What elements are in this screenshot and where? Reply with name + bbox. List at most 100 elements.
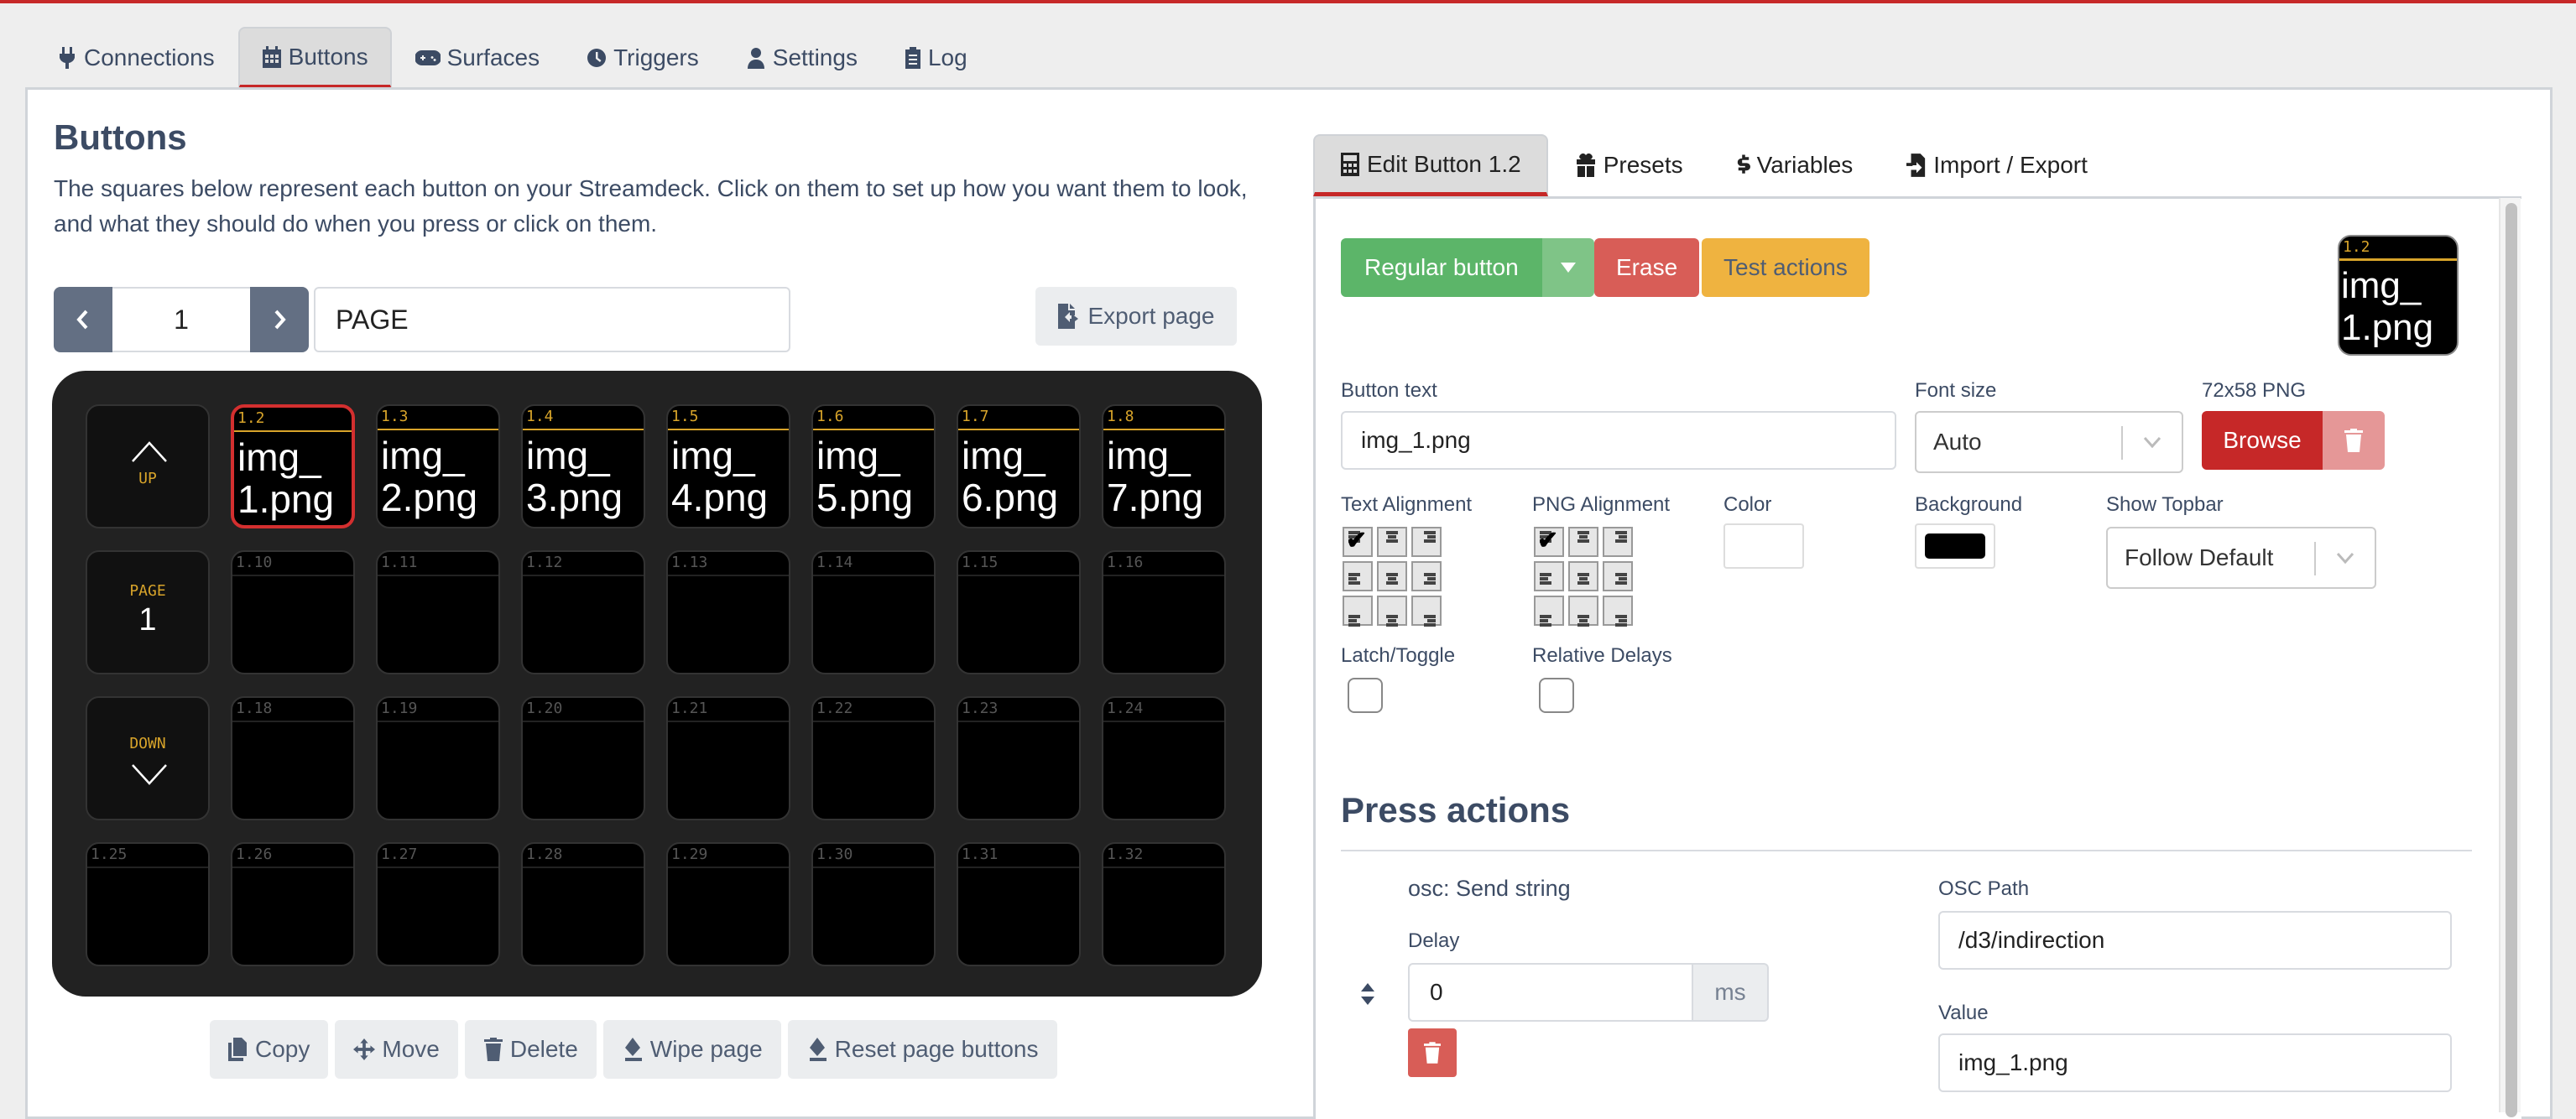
button-preview: 1.2 img_ 1.png (2338, 235, 2459, 356)
deck-key[interactable]: 1.22 (811, 696, 936, 820)
tab-edit-button[interactable]: Edit Button 1.2 (1313, 134, 1548, 196)
page-down-key[interactable]: DOWN (86, 696, 210, 820)
page-number-input[interactable]: 1 (112, 287, 250, 352)
page-title: Buttons (54, 117, 187, 157)
align-top-right[interactable] (1603, 527, 1633, 557)
erase-button[interactable]: Erase (1594, 238, 1700, 297)
align-top-right[interactable] (1411, 527, 1442, 557)
relative-delays-checkbox[interactable] (1539, 678, 1574, 713)
deck-key[interactable]: 1.31 (957, 842, 1081, 966)
key-topbar (378, 429, 498, 430)
tab-buttons[interactable]: Buttons (237, 27, 392, 89)
deck-key[interactable]: 1.12 (521, 550, 645, 674)
deck-key[interactable]: 1.6 img_ 5.png (811, 404, 936, 528)
align-top-left[interactable]: ✔ (1343, 527, 1373, 557)
deck-key[interactable]: 1.5 img_ 4.png (666, 404, 790, 528)
deck-key[interactable]: 1.4 img_ 3.png (521, 404, 645, 528)
deck-key[interactable]: 1.30 (811, 842, 936, 966)
key-id: 1.29 (671, 846, 708, 863)
reset-page-buttons-label: Reset page buttons (834, 1036, 1039, 1062)
deck-key[interactable]: 1.3 img_ 2.png (376, 404, 500, 528)
align-center-left[interactable] (1534, 561, 1564, 591)
wipe-page-button[interactable]: Wipe page (602, 1020, 781, 1079)
delete-action-button[interactable] (1408, 1028, 1457, 1077)
align-bottom-left[interactable] (1343, 596, 1373, 627)
deck-key[interactable]: 1.11 (376, 550, 500, 674)
align-bottom-right[interactable] (1411, 596, 1442, 627)
editor-scrollbar[interactable] (2499, 198, 2521, 1117)
copy-button[interactable]: Copy (210, 1020, 329, 1079)
tab-presets[interactable]: Presets (1548, 134, 1710, 196)
prev-page-button[interactable] (54, 287, 112, 352)
deck-key[interactable]: 1.19 (376, 696, 500, 820)
tab-surfaces[interactable]: Surfaces (392, 27, 564, 89)
align-center-right[interactable] (1411, 561, 1442, 591)
align-center-left[interactable] (1343, 561, 1373, 591)
color-picker[interactable] (1723, 523, 1804, 569)
value-input[interactable]: img_1.png (1938, 1033, 2452, 1092)
page-up-key[interactable]: UP (86, 404, 210, 528)
deck-key[interactable]: 1.15 (957, 550, 1081, 674)
tab-settings[interactable]: Settings (722, 27, 881, 89)
deck-key[interactable]: 1.23 (957, 696, 1081, 820)
deck-key[interactable]: 1.28 (521, 842, 645, 966)
align-top-left[interactable]: ✔ (1534, 527, 1564, 557)
show-topbar-select[interactable]: Follow Default (2106, 527, 2376, 589)
font-size-value: Auto (1933, 429, 1982, 455)
delete-button[interactable]: Delete (464, 1020, 597, 1079)
align-center-right[interactable] (1603, 561, 1633, 591)
deck-key[interactable]: 1.27 (376, 842, 500, 966)
latch-toggle-checkbox[interactable] (1348, 678, 1383, 713)
deck-key[interactable]: 1.16 (1102, 550, 1226, 674)
deck-key[interactable]: 1.18 (231, 696, 355, 820)
deck-key[interactable]: 1.10 (231, 550, 355, 674)
key-topbar (234, 430, 352, 432)
test-actions-button[interactable]: Test actions (1702, 238, 1869, 297)
deck-key[interactable]: 1.14 (811, 550, 936, 674)
align-bottom-center[interactable] (1377, 596, 1407, 627)
deck-key[interactable]: 1.26 (231, 842, 355, 966)
deck-key[interactable]: 1.32 (1102, 842, 1226, 966)
clear-png-button[interactable] (2323, 411, 2385, 470)
align-bottom-right[interactable] (1603, 596, 1633, 627)
move-button[interactable]: Move (335, 1020, 458, 1079)
delay-input[interactable]: 0 (1408, 963, 1693, 1022)
key-id: 1.15 (962, 554, 999, 571)
tab-variables[interactable]: Variables (1710, 134, 1880, 196)
button-type-button[interactable]: Regular button (1341, 238, 1542, 297)
tab-import-export[interactable]: Import / Export (1880, 134, 2115, 196)
align-bottom-left[interactable] (1534, 596, 1564, 627)
deck-key[interactable]: 1.13 (666, 550, 790, 674)
align-top-center[interactable] (1377, 527, 1407, 557)
align-center[interactable] (1377, 561, 1407, 591)
browse-button[interactable]: Browse (2202, 411, 2323, 470)
align-top-center[interactable] (1568, 527, 1598, 557)
reset-page-buttons-button[interactable]: Reset page buttons (787, 1020, 1057, 1079)
deck-key[interactable]: 1.25 (86, 842, 210, 966)
drag-handle-icon[interactable] (1359, 983, 1376, 1005)
next-page-button[interactable] (250, 287, 309, 352)
align-center[interactable] (1568, 561, 1598, 591)
deck-key[interactable]: 1.24 (1102, 696, 1226, 820)
background-color-picker[interactable] (1915, 523, 1995, 569)
page-value: 1 (138, 602, 157, 638)
scrollbar-thumb[interactable] (2506, 203, 2517, 1117)
page-name-input[interactable]: PAGE (314, 287, 790, 352)
button-text-input[interactable]: img_1.png (1341, 411, 1896, 470)
deck-key[interactable]: 1.7 img_ 6.png (957, 404, 1081, 528)
deck-key[interactable]: 1.2 img_ 1.png (231, 404, 355, 528)
tab-log[interactable]: Log (881, 27, 991, 89)
tab-triggers[interactable]: Triggers (563, 27, 722, 89)
osc-path-input[interactable]: /d3/indirection (1938, 911, 2452, 970)
button-type-toggle[interactable] (1541, 238, 1594, 297)
export-page-button[interactable]: Export page (1035, 287, 1237, 346)
png-upload-group: Browse (2202, 411, 2385, 470)
deck-key[interactable]: 1.8 img_ 7.png (1102, 404, 1226, 528)
tab-connections[interactable]: Connections (34, 27, 238, 89)
deck-key[interactable]: 1.29 (666, 842, 790, 966)
deck-key[interactable]: 1.21 (666, 696, 790, 820)
font-size-select[interactable]: Auto (1915, 411, 2183, 473)
page-indicator-key[interactable]: PAGE 1 (86, 550, 210, 674)
deck-key[interactable]: 1.20 (521, 696, 645, 820)
align-bottom-center[interactable] (1568, 596, 1598, 627)
